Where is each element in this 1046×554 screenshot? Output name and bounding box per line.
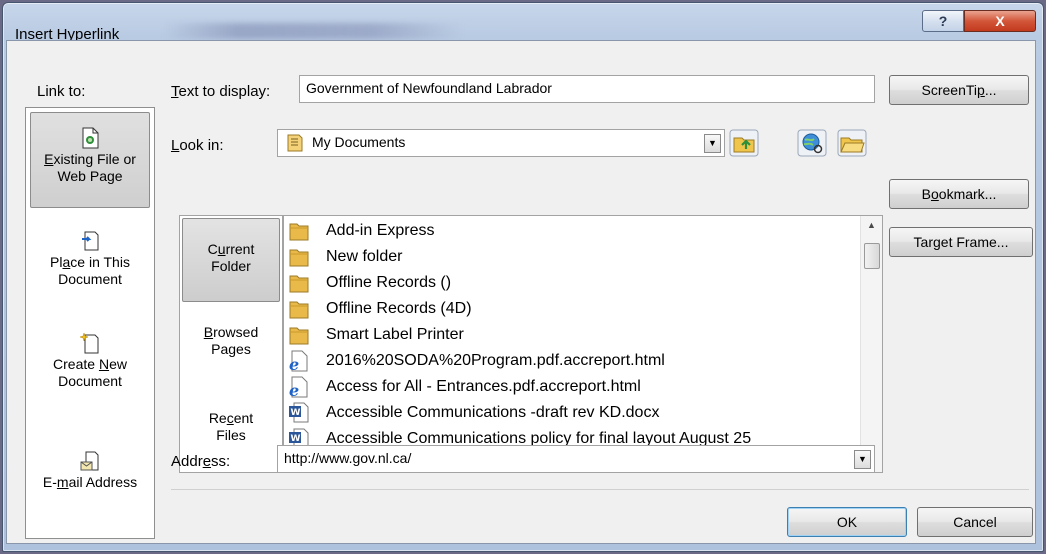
dialog-client-area: Link to: Existing File or Web Page Place…: [6, 40, 1036, 544]
address-input[interactable]: http://www.gov.nl.ca/ ▼: [277, 445, 875, 473]
file-list[interactable]: Add-in Express New folder Offline Records …: [283, 215, 883, 473]
link-place-in-document-label: Place in This Document: [50, 254, 130, 287]
ok-button[interactable]: OK: [787, 507, 907, 537]
file-list-item[interactable]: Smart Label Printer: [288, 322, 464, 348]
file-name: Smart Label Printer: [326, 326, 464, 343]
scroll-thumb[interactable]: [864, 243, 880, 269]
file-list-scrollbar[interactable]: ▲ ▼: [860, 216, 882, 472]
file-name: 2016%20SODA%20Program.pdf.accreport.html: [326, 352, 665, 369]
title-bar[interactable]: Insert Hyperlink ? X: [3, 3, 1043, 43]
folder-icon: [289, 275, 309, 293]
link-email-address[interactable]: E-mail Address: [30, 448, 150, 528]
file-list-item[interactable]: e Access for All - Entrances.pdf.accrepor…: [288, 374, 641, 400]
title-bar-background-blur: [163, 23, 463, 39]
chevron-down-icon[interactable]: ▼: [704, 134, 721, 153]
scroll-up-arrow-icon[interactable]: ▲: [861, 216, 882, 234]
folder-icon: [289, 301, 309, 319]
file-name: Add-in Express: [326, 222, 435, 239]
existing-file-icon: [82, 127, 99, 149]
file-list-item[interactable]: W Accessible Communications -draft rev KD…: [288, 400, 659, 426]
text-to-display-label: Text to display:: [171, 83, 271, 100]
file-list-item[interactable]: Offline Records (4D): [288, 296, 472, 322]
browse-the-web-icon[interactable]: [797, 129, 827, 157]
file-name: Offline Records (4D): [326, 300, 472, 317]
file-list-item[interactable]: New folder: [288, 244, 402, 270]
file-name: Offline Records (): [326, 274, 452, 291]
address-value: http://www.gov.nl.ca/: [284, 450, 412, 466]
folder-icon: [289, 223, 309, 241]
link-existing-file-label: Existing File or Web Page: [44, 151, 136, 184]
file-list-item[interactable]: Offline Records (): [288, 270, 451, 296]
screentip-button[interactable]: ScreenTip...: [889, 75, 1029, 105]
address-label: Address:: [171, 453, 231, 470]
address-dropdown-chevron-down-icon[interactable]: ▼: [854, 450, 871, 469]
target-frame-button[interactable]: Target Frame...: [889, 227, 1033, 257]
link-to-bar: Existing File or Web Page Place in This …: [25, 107, 155, 539]
link-email-address-label: E-mail Address: [42, 474, 138, 490]
browse-nav-panel: Current Folder Browsed Pages Recent Files: [179, 215, 283, 473]
place-in-document-icon: [82, 231, 99, 251]
browse-for-file-icon[interactable]: [837, 129, 867, 157]
divider: [171, 489, 1029, 490]
cancel-button[interactable]: Cancel: [917, 507, 1033, 537]
file-name: Accessible Communications -draft rev KD.…: [326, 404, 660, 421]
link-create-new-document[interactable]: Create New Document: [30, 330, 150, 410]
file-name: Access for All - Entrances.pdf.accreport…: [326, 378, 641, 395]
text-to-display-input[interactable]: Government of Newfoundland Labrador: [299, 75, 875, 103]
svg-text:W: W: [291, 408, 301, 418]
email-address-icon: [80, 451, 99, 471]
browsed-pages-button[interactable]: Browsed Pages: [182, 324, 280, 384]
file-list-item[interactable]: e 2016%20SODA%20Program.pdf.accreport.htm…: [288, 348, 665, 374]
file-list-item[interactable]: Add-in Express: [288, 218, 435, 244]
create-new-document-icon: [80, 332, 99, 354]
svg-text:e: e: [289, 355, 299, 372]
bookmark-button[interactable]: Bookmark...: [889, 179, 1029, 209]
word-document-icon: W: [289, 402, 309, 423]
my-documents-icon: [287, 134, 303, 152]
folder-icon: [289, 327, 309, 345]
close-button[interactable]: X: [964, 10, 1036, 32]
link-place-in-this-document[interactable]: Place in This Document: [30, 228, 150, 308]
current-folder-button[interactable]: Current Folder: [182, 218, 280, 302]
svg-text:e: e: [289, 381, 299, 398]
up-one-folder-icon[interactable]: [729, 129, 759, 157]
help-button[interactable]: ?: [922, 10, 964, 32]
link-create-new-document-label: Create New Document: [53, 356, 127, 389]
look-in-combo[interactable]: My Documents ▼: [277, 129, 725, 157]
link-to-label: Link to:: [37, 83, 86, 100]
folder-icon: [289, 249, 309, 267]
html-file-icon: e: [289, 376, 308, 398]
link-existing-file-or-web-page[interactable]: Existing File or Web Page: [30, 112, 150, 208]
html-file-icon: e: [289, 350, 308, 372]
file-name: New folder: [326, 248, 403, 265]
look-in-label: Look in:: [171, 137, 224, 154]
look-in-value: My Documents: [312, 134, 406, 150]
svg-text:W: W: [291, 434, 301, 444]
